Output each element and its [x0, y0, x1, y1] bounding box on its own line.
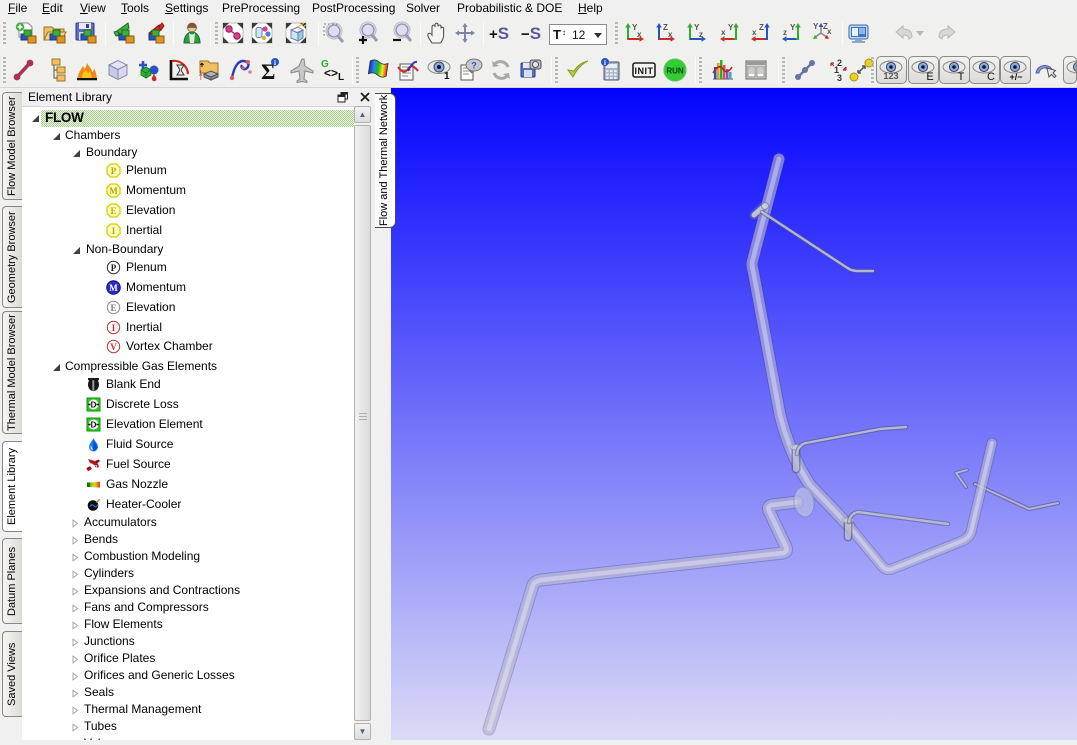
svg-text:Z: Z [759, 23, 764, 32]
svg-text:i: i [274, 59, 276, 67]
svg-text:+/−: +/− [1009, 72, 1022, 82]
svg-text:E: E [110, 206, 116, 216]
svg-text:L: L [338, 72, 344, 83]
svg-text:x: x [668, 30, 673, 39]
svg-text:T: T [958, 71, 965, 83]
svg-text:x: x [637, 30, 642, 39]
svg-text:Y: Y [790, 23, 796, 32]
svg-text:INIT: INIT [635, 66, 654, 76]
svg-text:Y: Y [813, 22, 819, 31]
svg-text:i: i [604, 59, 606, 67]
svg-text:RUN: RUN [666, 67, 684, 76]
svg-text:E: E [110, 303, 116, 313]
svg-text:x: x [721, 28, 726, 37]
svg-text:z: z [699, 30, 703, 39]
svg-text:D: D [91, 421, 97, 430]
svg-text:?: ? [471, 61, 477, 71]
svg-text:<>: <> [324, 66, 338, 80]
svg-text:E: E [926, 71, 933, 83]
svg-text:I: I [112, 323, 116, 333]
svg-text:T: T [199, 76, 203, 82]
svg-text:x: x [752, 28, 757, 37]
svg-text:1: 1 [444, 71, 450, 82]
svg-text:3: 3 [837, 73, 842, 83]
svg-text:V: V [110, 342, 117, 352]
svg-text:C: C [987, 71, 995, 83]
svg-text:x: x [827, 27, 832, 36]
svg-text:P: P [111, 166, 117, 176]
svg-text:D: D [91, 401, 97, 410]
svg-text:M: M [109, 186, 118, 196]
svg-text:P: P [111, 263, 117, 273]
svg-text:z: z [783, 28, 787, 37]
svg-text:M: M [109, 283, 118, 293]
svg-text:123: 123 [883, 71, 898, 81]
svg-text:Y: Y [728, 23, 734, 32]
svg-text:I: I [112, 226, 116, 236]
